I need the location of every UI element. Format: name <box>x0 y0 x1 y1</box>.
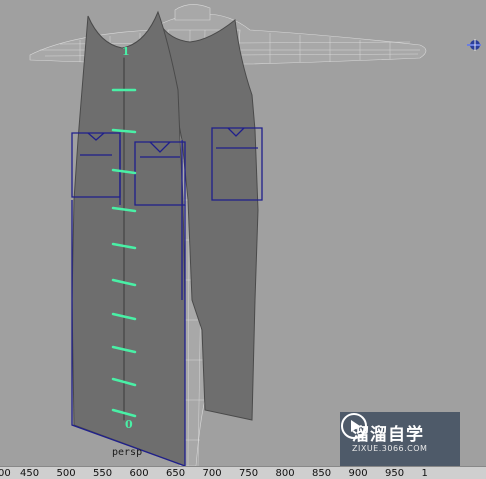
timeline-tick-label: 750 <box>239 468 259 479</box>
timeline-tick-label: 650 <box>166 468 186 479</box>
timeline-tick-label: 500 <box>56 468 76 479</box>
watermark-logo: 溜溜自学 ZIXUE.3066.COM <box>340 412 460 466</box>
scene-canvas <box>29 4 427 466</box>
timeline-tick-label: 900 <box>348 468 368 479</box>
ruler-top-label: 1 <box>122 45 130 58</box>
timeline-tick-label: 1 <box>421 468 428 479</box>
camera-label: persp <box>112 447 143 458</box>
view-axis-icon[interactable] <box>463 35 485 55</box>
timeline-tick-label: 950 <box>385 468 405 479</box>
timeline-tick-label: 700 <box>202 468 222 479</box>
timeline-tick-label: 850 <box>312 468 332 479</box>
timeline-tick-label: 550 <box>93 468 113 479</box>
ruler-bottom-label: 0 <box>125 418 133 431</box>
timeline-tick-label: 600 <box>129 468 149 479</box>
time-slider[interactable]: 00 450 500 550 600 650 700 750 800 850 900 950 1 <box>0 466 486 479</box>
watermark-sub-text: ZIXUE.3066.COM <box>352 443 428 453</box>
play-logo-icon <box>341 413 367 439</box>
timeline-tick-label: 800 <box>275 468 295 479</box>
timeline-tick-label: 450 <box>20 468 40 479</box>
front-garment-panel <box>71 10 186 466</box>
timeline-tick-label: 00 <box>0 468 11 479</box>
perspective-viewport[interactable]: 1 0 persp 溜溜自学 ZIXUE.3066.COM <box>0 0 486 466</box>
